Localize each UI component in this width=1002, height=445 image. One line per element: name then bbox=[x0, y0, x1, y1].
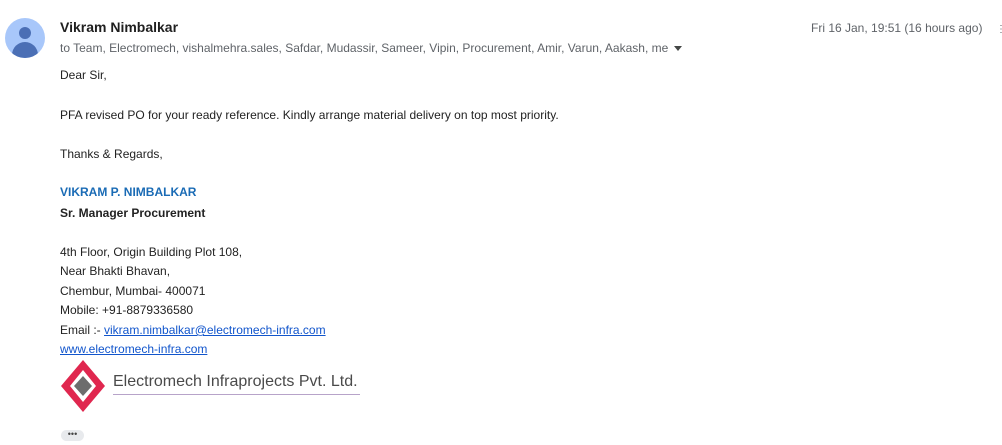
logo-underline bbox=[113, 394, 360, 395]
sender-avatar[interactable] bbox=[5, 18, 45, 58]
recipients-text: to Team, Electromech, vishalmehra.sales,… bbox=[60, 41, 669, 55]
recipients-line[interactable]: to Team, Electromech, vishalmehra.sales,… bbox=[60, 41, 683, 55]
avatar-shoulders bbox=[12, 42, 38, 58]
address-line-1: 4th Floor, Origin Building Plot 108, bbox=[60, 245, 243, 259]
email-line: Email :- vikram.nimbalkar@electromech-in… bbox=[60, 323, 326, 337]
show-trimmed-content-button[interactable]: ••• bbox=[61, 430, 84, 441]
caret-down-icon[interactable] bbox=[674, 46, 683, 52]
email-label: Email :- bbox=[60, 323, 105, 337]
message-date: Fri 16 Jan, 19:51 (16 hours ago) bbox=[811, 21, 983, 35]
sender-name[interactable]: Vikram Nimbalkar bbox=[60, 19, 178, 35]
avatar-head bbox=[19, 27, 31, 39]
message-text: PFA revised PO for your ready reference.… bbox=[60, 108, 559, 122]
mobile-number: Mobile: +91-8879336580 bbox=[60, 303, 194, 317]
more-options-icon[interactable]: ⋮ bbox=[996, 24, 1002, 35]
address-line-2: Near Bhakti Bhavan, bbox=[60, 264, 171, 278]
greeting: Dear Sir, bbox=[60, 68, 107, 82]
email-link[interactable]: vikram.nimbalkar@electromech-infra.com bbox=[104, 323, 326, 337]
logo-company-name: Electromech Infraprojects Pvt. Ltd. bbox=[113, 373, 358, 390]
logo-diamond-icon bbox=[61, 360, 105, 412]
website-line: www.electromech-infra.com bbox=[60, 342, 207, 356]
address-line-3: Chembur, Mumbai- 400071 bbox=[60, 284, 206, 298]
signature-name: VIKRAM P. NIMBALKAR bbox=[60, 185, 197, 199]
signature-title: Sr. Manager Procurement bbox=[60, 206, 206, 220]
company-logo: Electromech Infraprojects Pvt. Ltd. bbox=[60, 359, 370, 413]
closing: Thanks & Regards, bbox=[60, 147, 163, 161]
website-link[interactable]: www.electromech-infra.com bbox=[60, 342, 207, 356]
